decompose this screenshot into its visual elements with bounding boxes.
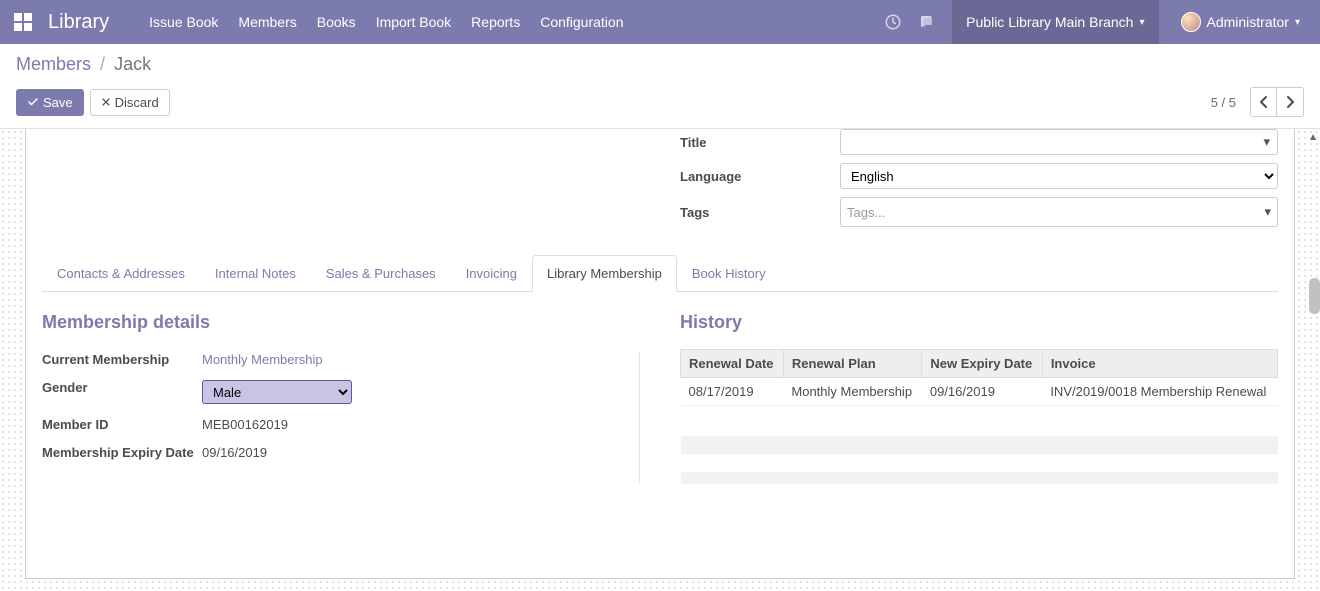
tags-input[interactable]: Tags... ▾ bbox=[840, 197, 1278, 227]
menu-reports[interactable]: Reports bbox=[471, 14, 520, 30]
current-membership-link[interactable]: Monthly Membership bbox=[202, 349, 640, 367]
branch-label: Public Library Main Branch bbox=[966, 14, 1133, 30]
brand-label: Library bbox=[48, 11, 109, 34]
tab-internal-notes[interactable]: Internal Notes bbox=[200, 255, 311, 292]
col-invoice[interactable]: Invoice bbox=[1042, 350, 1277, 378]
title-label: Title bbox=[680, 135, 840, 150]
tab-sales-purchases[interactable]: Sales & Purchases bbox=[311, 255, 451, 292]
form-scroll-area[interactable]: Title ▾ Language English bbox=[0, 128, 1320, 591]
discard-button[interactable]: Discard bbox=[90, 89, 170, 116]
history-table: Renewal Date Renewal Plan New Expiry Dat… bbox=[680, 349, 1278, 484]
col-renewal-plan[interactable]: Renewal Plan bbox=[783, 350, 921, 378]
col-renewal-date[interactable]: Renewal Date bbox=[681, 350, 784, 378]
breadcrumb-parent[interactable]: Members bbox=[16, 54, 91, 74]
cell-invoice: INV/2019/0018 Membership Renewal bbox=[1042, 378, 1277, 406]
membership-details-section: Membership details Current Membership Mo… bbox=[42, 312, 640, 484]
current-membership-label: Current Membership bbox=[42, 349, 202, 367]
membership-heading: Membership details bbox=[42, 312, 640, 333]
tab-book-history[interactable]: Book History bbox=[677, 255, 781, 292]
expiry-label: Membership Expiry Date bbox=[42, 442, 202, 460]
caret-down-icon: ▾ bbox=[1264, 204, 1271, 220]
check-icon bbox=[27, 96, 39, 108]
breadcrumb: Members / Jack bbox=[16, 54, 1304, 75]
activity-icon[interactable] bbox=[884, 13, 902, 31]
breadcrumb-separator: / bbox=[96, 54, 109, 74]
menu-books[interactable]: Books bbox=[317, 14, 356, 30]
caret-down-icon: ▾ bbox=[1139, 17, 1144, 28]
tab-contacts-addresses[interactable]: Contacts & Addresses bbox=[42, 255, 200, 292]
history-section: History Renewal Date Renewal Plan New Ex… bbox=[680, 312, 1278, 484]
avatar bbox=[1181, 12, 1201, 32]
tags-placeholder: Tags... bbox=[847, 205, 885, 220]
branch-dropdown[interactable]: Public Library Main Branch ▾ bbox=[952, 0, 1158, 44]
gender-select[interactable]: Male bbox=[202, 380, 352, 404]
expiry-value: 09/16/2019 bbox=[202, 442, 640, 460]
user-label: Administrator bbox=[1207, 14, 1289, 30]
menu-issue-book[interactable]: Issue Book bbox=[149, 14, 218, 30]
table-row[interactable]: 08/17/2019 Monthly Membership 09/16/2019… bbox=[681, 378, 1278, 406]
chevron-right-icon bbox=[1285, 95, 1295, 109]
tab-invoicing[interactable]: Invoicing bbox=[451, 255, 532, 292]
cell-renewal-plan: Monthly Membership bbox=[783, 378, 921, 406]
pager-text[interactable]: 5 / 5 bbox=[1211, 95, 1236, 110]
form-sheet: Title ▾ Language English bbox=[25, 129, 1295, 579]
tags-label: Tags bbox=[680, 205, 840, 220]
history-heading: History bbox=[680, 312, 1278, 333]
tab-library-membership[interactable]: Library Membership bbox=[532, 255, 677, 292]
member-id-value: MEB00162019 bbox=[202, 414, 640, 432]
member-id-label: Member ID bbox=[42, 414, 202, 432]
cell-renewal-date: 08/17/2019 bbox=[681, 378, 784, 406]
close-icon bbox=[101, 97, 111, 107]
menu-members[interactable]: Members bbox=[238, 14, 296, 30]
save-button[interactable]: Save bbox=[16, 89, 84, 116]
apps-icon[interactable] bbox=[12, 11, 34, 33]
cell-new-expiry: 09/16/2019 bbox=[922, 378, 1042, 406]
breadcrumb-current: Jack bbox=[114, 54, 151, 74]
menu-configuration[interactable]: Configuration bbox=[540, 14, 623, 30]
user-dropdown[interactable]: Administrator ▾ bbox=[1173, 0, 1309, 44]
discard-label: Discard bbox=[115, 95, 159, 110]
top-nav: Library Issue Book Members Books Import … bbox=[0, 0, 1320, 44]
gender-label: Gender bbox=[42, 377, 202, 395]
pager-next-button[interactable] bbox=[1277, 88, 1303, 116]
col-new-expiry[interactable]: New Expiry Date bbox=[922, 350, 1042, 378]
table-header-row: Renewal Date Renewal Plan New Expiry Dat… bbox=[681, 350, 1278, 378]
save-label: Save bbox=[43, 95, 73, 110]
scroll-up-arrow-icon[interactable]: ▲ bbox=[1308, 132, 1318, 143]
chevron-left-icon bbox=[1259, 95, 1269, 109]
notebook-tabs: Contacts & Addresses Internal Notes Sale… bbox=[42, 255, 1278, 292]
control-panel: Members / Jack Save Discard 5 / 5 bbox=[0, 44, 1320, 117]
top-menu: Issue Book Members Books Import Book Rep… bbox=[149, 14, 623, 30]
scrollbar-handle[interactable] bbox=[1309, 278, 1320, 314]
language-label: Language bbox=[680, 169, 840, 184]
chat-icon[interactable] bbox=[918, 13, 936, 31]
title-field[interactable] bbox=[840, 129, 1278, 155]
caret-down-icon: ▾ bbox=[1295, 17, 1300, 28]
menu-import-book[interactable]: Import Book bbox=[376, 14, 451, 30]
pager-prev-button[interactable] bbox=[1251, 88, 1277, 116]
language-select[interactable]: English bbox=[840, 163, 1278, 189]
